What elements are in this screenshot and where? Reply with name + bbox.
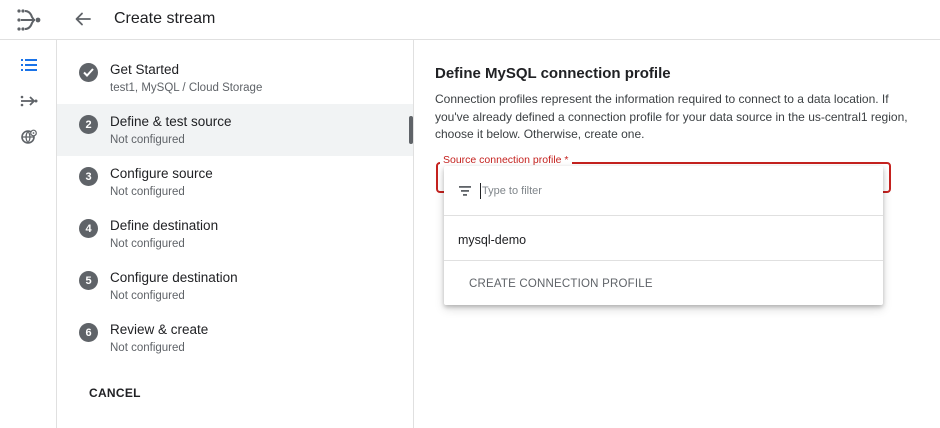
step-get-started[interactable]: Get Started test1, MySQL / Cloud Storage bbox=[57, 52, 413, 104]
step-label: Get Started bbox=[110, 62, 180, 77]
step-define-destination[interactable]: 4 Define destination Not configured bbox=[57, 208, 413, 260]
step-label: Configure destination bbox=[110, 270, 238, 285]
rail-item-streams[interactable] bbox=[18, 54, 40, 76]
step-review-create[interactable]: 6 Review & create Not configured bbox=[57, 312, 413, 364]
field-label: Source connection profile * bbox=[440, 154, 572, 166]
create-connection-profile-button[interactable]: CREATE CONNECTION PROFILE bbox=[469, 278, 653, 290]
list-icon bbox=[21, 59, 37, 71]
arrow-back-icon bbox=[75, 12, 91, 26]
step-label: Define destination bbox=[110, 218, 219, 233]
step-summary: Not configured bbox=[110, 342, 185, 354]
step-summary: Not configured bbox=[110, 290, 185, 302]
top-bar: Create stream bbox=[0, 0, 940, 40]
step-number-badge: 2 bbox=[79, 115, 98, 134]
back-button[interactable] bbox=[70, 6, 96, 32]
stream-arrow-icon bbox=[20, 95, 38, 107]
connection-profile-dropdown: mysql-demo CREATE CONNECTION PROFILE bbox=[444, 166, 883, 305]
cancel-button[interactable]: CANCEL bbox=[89, 386, 141, 400]
step-number-badge: 6 bbox=[79, 323, 98, 342]
scrollbar-thumb[interactable] bbox=[409, 116, 413, 144]
step-label: Define & test source bbox=[110, 114, 232, 129]
step-label: Configure source bbox=[110, 166, 213, 181]
step-number-badge: 3 bbox=[79, 167, 98, 186]
step-summary: Not configured bbox=[110, 134, 185, 146]
globe-settings-icon bbox=[21, 129, 37, 144]
main-content: Define MySQL connection profile Connecti… bbox=[414, 40, 940, 428]
filter-icon bbox=[459, 186, 471, 196]
filter-row bbox=[444, 166, 883, 216]
step-number-badge: 4 bbox=[79, 219, 98, 238]
side-rail bbox=[0, 40, 57, 428]
option-label: mysql-demo bbox=[458, 233, 527, 247]
dropdown-option[interactable]: mysql-demo bbox=[444, 217, 883, 261]
rail-item-private-connectivity[interactable] bbox=[18, 126, 40, 148]
step-summary: test1, MySQL / Cloud Storage bbox=[110, 82, 263, 94]
stepper-panel: Get Started test1, MySQL / Cloud Storage… bbox=[57, 40, 414, 428]
check-circle-icon bbox=[79, 63, 98, 82]
step-number-badge: 5 bbox=[79, 271, 98, 290]
rail-item-connection-profiles[interactable] bbox=[18, 90, 40, 112]
step-summary: Not configured bbox=[110, 186, 185, 198]
section-description: Connection profiles represent the inform… bbox=[435, 92, 908, 141]
page-title: Create stream bbox=[114, 10, 216, 27]
datastream-logo-icon[interactable] bbox=[16, 8, 42, 32]
filter-input[interactable] bbox=[480, 183, 860, 199]
step-configure-source[interactable]: 3 Configure source Not configured bbox=[57, 156, 413, 208]
section-heading: Define MySQL connection profile bbox=[435, 65, 671, 82]
step-configure-destination[interactable]: 5 Configure destination Not configured bbox=[57, 260, 413, 312]
step-label: Review & create bbox=[110, 322, 209, 337]
step-define-test-source[interactable]: 2 Define & test source Not configured bbox=[57, 104, 413, 156]
step-summary: Not configured bbox=[110, 238, 185, 250]
